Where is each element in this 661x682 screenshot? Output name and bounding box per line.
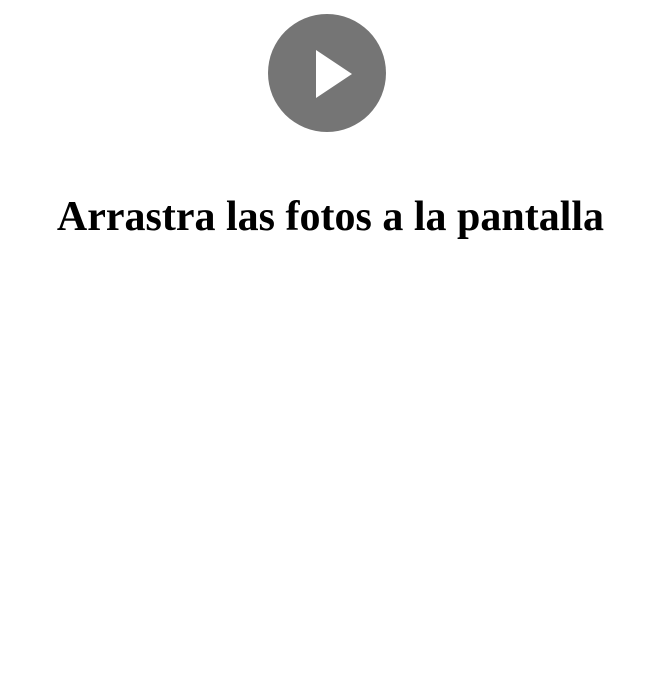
play-button[interactable] bbox=[268, 14, 386, 132]
drop-area[interactable]: Arrastra las fotos a la pantalla bbox=[0, 0, 661, 682]
page-title: Arrastra las fotos a la pantalla bbox=[56, 194, 605, 240]
play-icon bbox=[316, 50, 352, 98]
